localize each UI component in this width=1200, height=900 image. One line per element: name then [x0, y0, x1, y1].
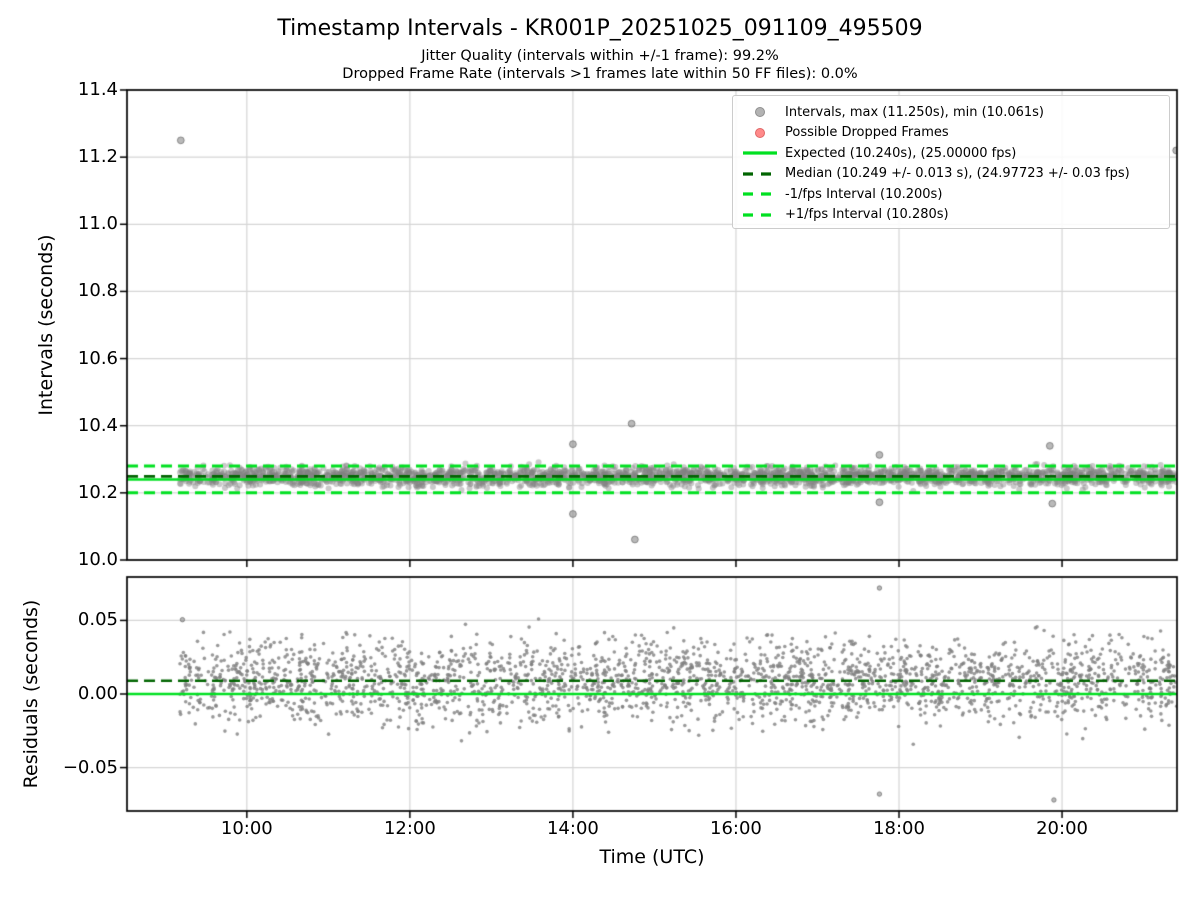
y-tick-label: 10.6 [77, 347, 118, 369]
legend-label: Median (10.249 +/- 0.013 s), (24.97723 +… [785, 166, 1130, 182]
y-tick-label: 10.4 [77, 414, 118, 436]
y-tick-label: 11.2 [77, 146, 118, 168]
legend-item: Intervals, max (11.250s), min (10.061s) [739, 102, 1169, 123]
y-tick-label: 10.0 [77, 549, 118, 570]
subtitle-dropped-frame-rate: Dropped Frame Rate (intervals >1 frames … [342, 66, 858, 82]
legend-label: Intervals, max (11.250s), min (10.061s) [785, 104, 1044, 120]
legend-item: Median (10.249 +/- 0.013 s), (24.97723 +… [739, 164, 1169, 185]
y-tick-label: 10.8 [77, 280, 118, 302]
legend-line-marker [739, 212, 781, 218]
x-tick-label: 12:00 [383, 818, 436, 839]
x-tick-label: 16:00 [710, 818, 762, 839]
legend-label: Expected (10.240s), (25.00000 fps) [785, 145, 1017, 161]
x-axis-label: Time (UTC) [599, 846, 705, 868]
legend-label: Possible Dropped Frames [785, 125, 949, 141]
legend-item: -1/fps Interval (10.200s) [739, 184, 1169, 205]
y-tick-label: 11.0 [77, 213, 118, 235]
figure: Timestamp Intervals - KR001P_20251025_09… [0, 0, 1200, 900]
legend-item: +1/fps Interval (10.280s) [739, 205, 1169, 226]
legend-dot-marker [739, 127, 781, 138]
legend-line-marker [739, 171, 781, 177]
x-tick-label: 18:00 [873, 818, 925, 839]
y-axis-label-intervals: Intervals (seconds) [35, 234, 57, 416]
legend-line-marker [739, 150, 781, 156]
legend-label: -1/fps Interval (10.200s) [785, 186, 943, 202]
y-tick-label: 10.2 [77, 481, 118, 503]
subtitle-jitter-quality: Jitter Quality (intervals within +/-1 fr… [421, 48, 779, 64]
x-tick-label: 20:00 [1036, 818, 1088, 839]
legend-label: +1/fps Interval (10.280s) [785, 207, 949, 223]
figure-title: Timestamp Intervals - KR001P_20251025_09… [277, 16, 923, 41]
legend-item: Expected (10.240s), (25.00000 fps) [739, 143, 1169, 164]
x-tick-label: 14:00 [546, 818, 599, 839]
legend: Intervals, max (11.250s), min (10.061s) P… [732, 95, 1170, 229]
y-tick-label: 0.00 [77, 683, 118, 704]
legend-item: Possible Dropped Frames [739, 123, 1169, 144]
legend-line-marker [739, 191, 781, 197]
y-tick-label: −0.05 [62, 756, 118, 778]
y-tick-label: 11.4 [77, 79, 118, 100]
legend-dot-marker [739, 107, 781, 118]
y-tick-label: 0.05 [77, 609, 118, 631]
x-tick-label: 10:00 [220, 818, 273, 839]
